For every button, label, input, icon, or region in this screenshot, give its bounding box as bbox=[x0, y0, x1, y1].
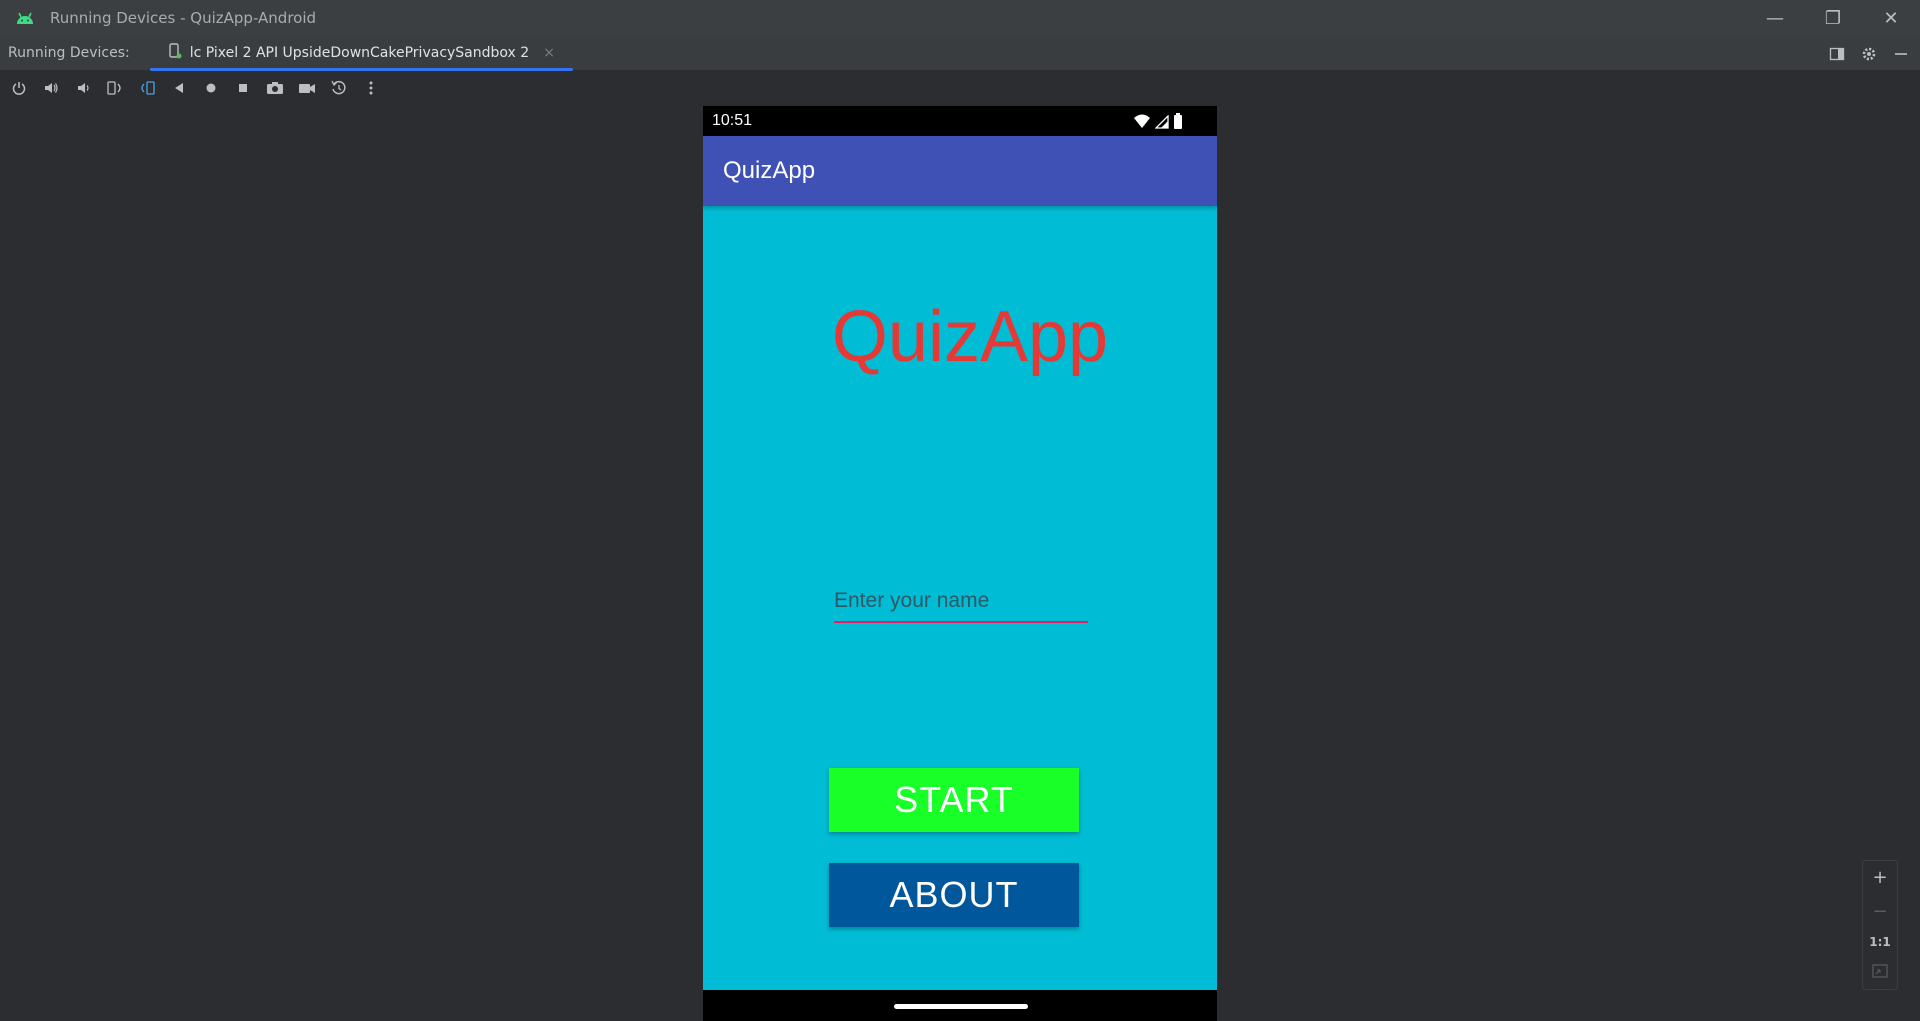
app-bar-title: QuizApp bbox=[723, 157, 816, 184]
android-icon bbox=[0, 11, 50, 25]
power-icon[interactable] bbox=[8, 77, 30, 99]
zoom-in-button[interactable]: + bbox=[1865, 867, 1895, 888]
running-devices-header: Running Devices: lc Pixel 2 API UpsideDo… bbox=[0, 36, 1920, 71]
zoom-controls: + − 1:1 bbox=[1862, 860, 1898, 990]
gear-icon[interactable] bbox=[1860, 45, 1878, 63]
zoom-out-button[interactable]: − bbox=[1865, 901, 1895, 922]
volume-down-icon[interactable] bbox=[72, 77, 94, 99]
battery-icon bbox=[1173, 113, 1183, 133]
more-icon[interactable] bbox=[360, 77, 382, 99]
layout-icon[interactable] bbox=[1828, 45, 1846, 63]
title-bar: Running Devices - QuizApp-Android — ❐ ✕ bbox=[0, 0, 1920, 36]
signal-icon bbox=[1154, 113, 1169, 133]
volume-up-icon[interactable] bbox=[40, 77, 62, 99]
gesture-handle[interactable] bbox=[894, 1004, 1028, 1009]
device-phone-icon bbox=[168, 43, 182, 63]
overview-icon[interactable] bbox=[232, 77, 254, 99]
zoom-actual-size-button[interactable]: 1:1 bbox=[1865, 935, 1895, 949]
screen-record-icon[interactable] bbox=[296, 77, 318, 99]
restore-button[interactable]: ❐ bbox=[1804, 0, 1862, 36]
close-tab-icon[interactable]: × bbox=[543, 45, 555, 61]
minimize-button[interactable]: — bbox=[1746, 0, 1804, 36]
zoom-fit-icon[interactable] bbox=[1865, 962, 1895, 983]
about-button[interactable]: ABOUT bbox=[829, 863, 1079, 927]
start-button[interactable]: START bbox=[829, 768, 1079, 832]
status-bar: 10:51 bbox=[703, 106, 1217, 136]
device-tab-label: lc Pixel 2 API UpsideDownCakePrivacySand… bbox=[189, 45, 530, 61]
name-input[interactable] bbox=[834, 581, 1088, 623]
wifi-icon bbox=[1133, 114, 1151, 133]
rotate-right-icon[interactable] bbox=[136, 77, 158, 99]
tab-device[interactable]: lc Pixel 2 API UpsideDownCakePrivacySand… bbox=[149, 36, 574, 71]
app-bar: QuizApp bbox=[703, 136, 1217, 206]
screenshot-icon[interactable] bbox=[264, 77, 286, 99]
quiz-title: QuizApp bbox=[831, 297, 1109, 377]
snapshot-icon[interactable] bbox=[328, 77, 350, 99]
window-title: Running Devices - QuizApp-Android bbox=[50, 9, 317, 27]
hide-icon[interactable] bbox=[1892, 45, 1910, 63]
rotate-left-icon[interactable] bbox=[104, 77, 126, 99]
device-screen[interactable]: 10:51 QuizApp QuizApp START ABOUT bbox=[703, 106, 1217, 1021]
status-time: 10:51 bbox=[712, 112, 753, 129]
back-icon[interactable] bbox=[168, 77, 190, 99]
device-toolbar bbox=[0, 71, 1920, 105]
close-window-button[interactable]: ✕ bbox=[1862, 0, 1920, 36]
home-icon[interactable] bbox=[200, 77, 222, 99]
running-devices-label: Running Devices: bbox=[8, 45, 130, 61]
